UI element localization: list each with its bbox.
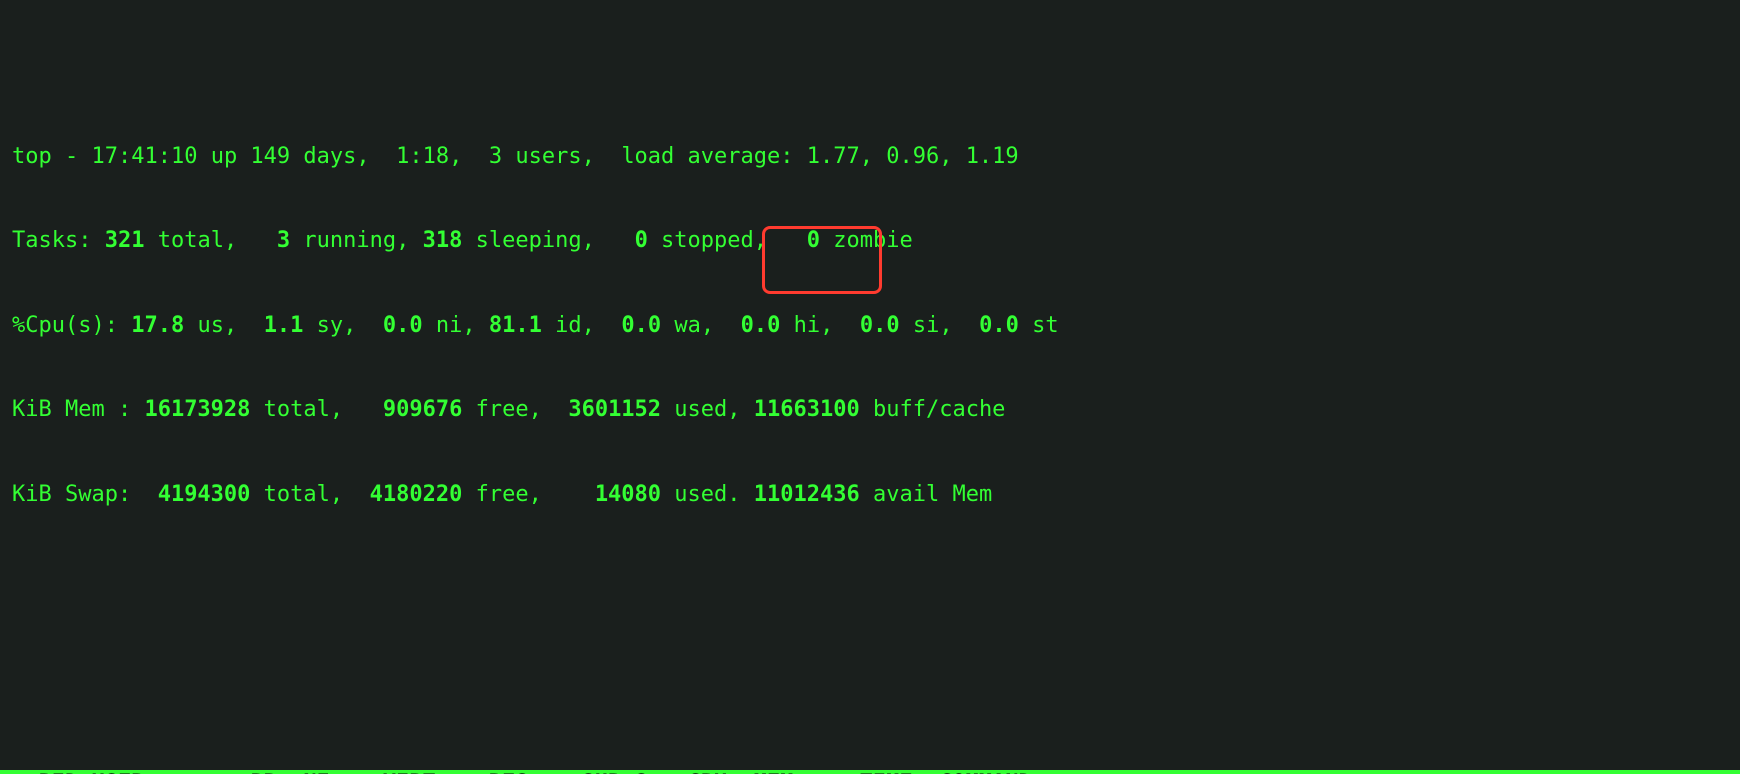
uptime-line: top - 17:41:10 up 149 days, 1:18, 3 user…: [12, 143, 1728, 171]
tasks-line: Tasks: 321 total, 3 running, 318 sleepin…: [12, 227, 1728, 255]
col-cpu: %CPU: [648, 770, 727, 774]
cpu-line: %Cpu(s): 17.8 us, 1.1 sy, 0.0 ni, 81.1 i…: [12, 312, 1728, 340]
top-summary: top - 17:41:10 up 149 days, 1:18, 3 user…: [0, 86, 1740, 575]
column-header-row: PID USER PR NI VIRT RES SHR S %CPU %MEM …: [0, 770, 1740, 774]
col-user: USER: [91, 770, 210, 774]
col-mem: %MEM: [727, 770, 793, 774]
col-shr: SHR: [529, 770, 622, 774]
terminal-screen[interactable]: top - 17:41:10 up 149 days, 1:18, 3 user…: [0, 0, 1740, 774]
col-pr: PR: [211, 770, 277, 774]
col-cmd: COMMAND: [926, 770, 1032, 774]
col-s: S: [621, 770, 647, 774]
col-virt: VIRT: [330, 770, 436, 774]
col-time: TIME+: [793, 770, 925, 774]
summary-spacer: [0, 660, 1740, 686]
col-ni: NI: [277, 770, 330, 774]
swap-line: KiB Swap: 4194300 total, 4180220 free, 1…: [12, 481, 1728, 509]
col-pid: PID: [12, 770, 78, 774]
col-res: RES: [436, 770, 529, 774]
mem-line: KiB Mem : 16173928 total, 909676 free, 3…: [12, 396, 1728, 424]
